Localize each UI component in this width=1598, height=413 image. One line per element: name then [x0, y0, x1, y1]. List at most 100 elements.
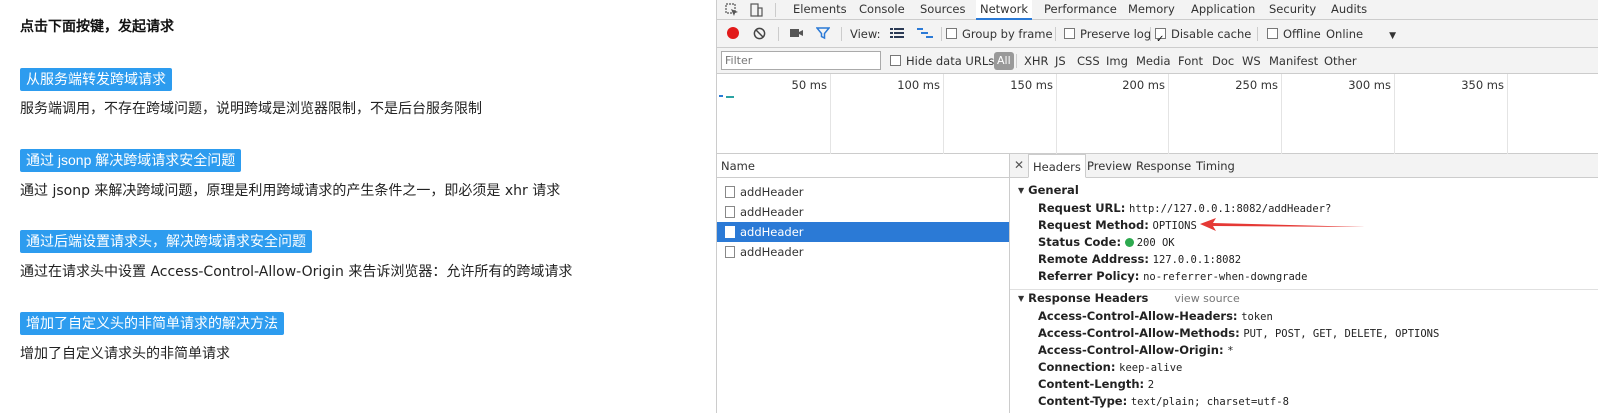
cors-header-button[interactable]: 通过后端设置请求头，解决跨域请求安全问题	[20, 230, 312, 253]
custom-header-desc: 增加了自定义请求头的非简单请求	[20, 346, 230, 362]
referrer-policy-row: Referrer Policy: no-referrer-when-downgr…	[1038, 268, 1307, 285]
timeline-tick-label: 350 ms	[1461, 78, 1504, 92]
filter-type-manifest[interactable]: Manifest	[1269, 48, 1318, 74]
tab-security[interactable]: Security	[1269, 0, 1316, 20]
timeline-tick-label: 200 ms	[1122, 78, 1165, 92]
timeline-gridline	[830, 74, 831, 154]
general-section-header[interactable]: ▼ General	[1018, 183, 1079, 197]
tab-response[interactable]: Response	[1136, 154, 1191, 178]
response-header-key: Connection:	[1038, 360, 1116, 374]
filter-type-xhr[interactable]: XHR	[1024, 48, 1049, 74]
response-header-row: Access-Control-Allow-Origin: *	[1038, 342, 1234, 359]
jsonp-desc: 通过 jsonp 来解决跨域问题，原理是利用跨域请求的产生条件之一，即必须是 x…	[20, 183, 561, 199]
response-headers-title: Response Headers	[1028, 291, 1149, 305]
disable-cache-checkbox[interactable]: Disable cache	[1155, 20, 1252, 54]
response-header-key: Content-Type:	[1038, 394, 1128, 408]
tab-preview[interactable]: Preview	[1087, 154, 1132, 178]
response-header-value: PUT, POST, GET, DELETE, OPTIONS	[1243, 328, 1440, 340]
document-icon	[725, 186, 735, 198]
response-header-key: Content-Length:	[1038, 377, 1145, 391]
hide-data-urls-box[interactable]	[890, 55, 901, 66]
timeline-gridline	[1507, 74, 1508, 154]
throttle-value: Online	[1326, 27, 1364, 41]
filter-type-img[interactable]: Img	[1106, 48, 1128, 74]
tab-console[interactable]: Console	[859, 0, 905, 20]
tab-application[interactable]: Application	[1191, 0, 1255, 20]
filter-type-js[interactable]: JS	[1055, 48, 1066, 74]
inspect-element-icon[interactable]	[725, 0, 739, 20]
response-header-value: text/plain; charset=utf-8	[1130, 396, 1289, 408]
timeline-gridline	[1394, 74, 1395, 154]
offline-box[interactable]	[1267, 28, 1278, 39]
timeline-gridline	[943, 74, 944, 154]
request-url-row: Request URL: http://127.0.0.1:8082/addHe…	[1038, 200, 1331, 217]
tab-sources[interactable]: Sources	[920, 0, 966, 20]
filter-type-css[interactable]: CSS	[1077, 48, 1100, 74]
response-header-row: Connection: keep-alive	[1038, 359, 1182, 376]
timeline-gridline	[1168, 74, 1169, 154]
response-header-key: Access-Control-Allow-Headers:	[1038, 309, 1238, 323]
request-row[interactable]: addHeader	[717, 202, 1009, 222]
timeline-request-bar	[719, 95, 723, 97]
screenshot-camera-icon[interactable]	[789, 20, 804, 48]
preserve-log-box[interactable]	[1064, 28, 1075, 39]
page-title: 点击下面按键，发起请求	[20, 19, 174, 35]
dropdown-arrow-icon: ▼	[1389, 31, 1397, 41]
filter-funnel-icon[interactable]	[815, 20, 831, 48]
response-header-key: Access-Control-Allow-Methods:	[1038, 326, 1240, 340]
response-headers-section-header[interactable]: ▼ Response Headers view source	[1018, 291, 1240, 305]
request-details: ✕ Headers Preview Response Timing ▼ Gener…	[1010, 154, 1598, 413]
custom-header-button[interactable]: 增加了自定义头的非简单请求的解决方法	[20, 312, 284, 335]
large-rows-icon[interactable]	[890, 20, 904, 48]
expand-triangle-icon: ▼	[1018, 294, 1025, 303]
tab-headers[interactable]: Headers	[1028, 154, 1086, 178]
server-forward-button[interactable]: 从服务端转发跨域请求	[20, 68, 172, 91]
document-icon	[725, 226, 735, 238]
toolbar-divider	[841, 27, 842, 41]
clear-icon[interactable]	[753, 20, 766, 48]
timeline-gridline	[1056, 74, 1057, 154]
filter-type-all[interactable]: All	[994, 52, 1014, 70]
filter-type-doc[interactable]: Doc	[1212, 48, 1234, 74]
name-column-header[interactable]: Name	[717, 154, 1009, 178]
document-icon	[725, 246, 735, 258]
group-by-frame-label: Group by frame	[962, 27, 1053, 41]
request-name: addHeader	[740, 245, 804, 259]
tab-audits[interactable]: Audits	[1331, 0, 1367, 20]
timeline-overview[interactable]: 50 ms 100 ms 150 ms 200 ms 250 ms 300 ms…	[717, 74, 1598, 154]
timeline-tick-label: 300 ms	[1348, 78, 1391, 92]
filter-input[interactable]	[721, 51, 881, 70]
request-method-value: OPTIONS	[1152, 220, 1197, 232]
filter-type-media[interactable]: Media	[1136, 48, 1171, 74]
tab-timing[interactable]: Timing	[1196, 154, 1235, 178]
tab-memory[interactable]: Memory	[1128, 0, 1175, 20]
offline-checkbox[interactable]: Offline	[1267, 20, 1321, 48]
response-header-row: Content-Length: 2	[1038, 376, 1154, 393]
server-forward-desc: 服务端调用，不存在跨域问题，说明跨域是浏览器限制，不是后台服务限制	[20, 101, 482, 117]
request-row[interactable]: addHeader	[717, 182, 1009, 202]
view-source-link[interactable]: view source	[1174, 292, 1239, 305]
filter-type-font[interactable]: Font	[1178, 48, 1203, 74]
tab-network[interactable]: Network	[976, 0, 1033, 20]
jsonp-button[interactable]: 通过 jsonp 解决跨域请求安全问题	[20, 149, 242, 172]
filter-type-ws[interactable]: WS	[1242, 48, 1261, 74]
throttle-select[interactable]: Online ▼	[1326, 20, 1396, 48]
group-by-frame-box[interactable]	[946, 28, 957, 39]
tab-elements[interactable]: Elements	[793, 0, 847, 20]
close-icon[interactable]: ✕	[1014, 154, 1024, 178]
remote-address-row: Remote Address: 127.0.0.1:8082	[1038, 251, 1241, 268]
record-icon[interactable]	[726, 20, 740, 48]
disable-cache-box[interactable]	[1155, 26, 1166, 54]
hide-data-urls-checkbox[interactable]: Hide data URLs	[890, 48, 994, 74]
filter-type-other[interactable]: Other	[1324, 48, 1357, 74]
request-row-selected[interactable]: addHeader	[717, 222, 1009, 242]
request-row[interactable]: addHeader	[717, 242, 1009, 262]
group-by-frame-checkbox[interactable]: Group by frame	[946, 20, 1053, 48]
tab-performance[interactable]: Performance	[1044, 0, 1117, 20]
timeline-tick-label: 100 ms	[897, 78, 940, 92]
waterfall-overview-icon[interactable]	[917, 20, 933, 48]
request-url-key: Request URL:	[1038, 201, 1126, 215]
disable-cache-label: Disable cache	[1171, 27, 1252, 41]
device-toolbar-icon[interactable]	[749, 0, 763, 20]
preserve-log-checkbox[interactable]: Preserve log	[1064, 20, 1151, 48]
